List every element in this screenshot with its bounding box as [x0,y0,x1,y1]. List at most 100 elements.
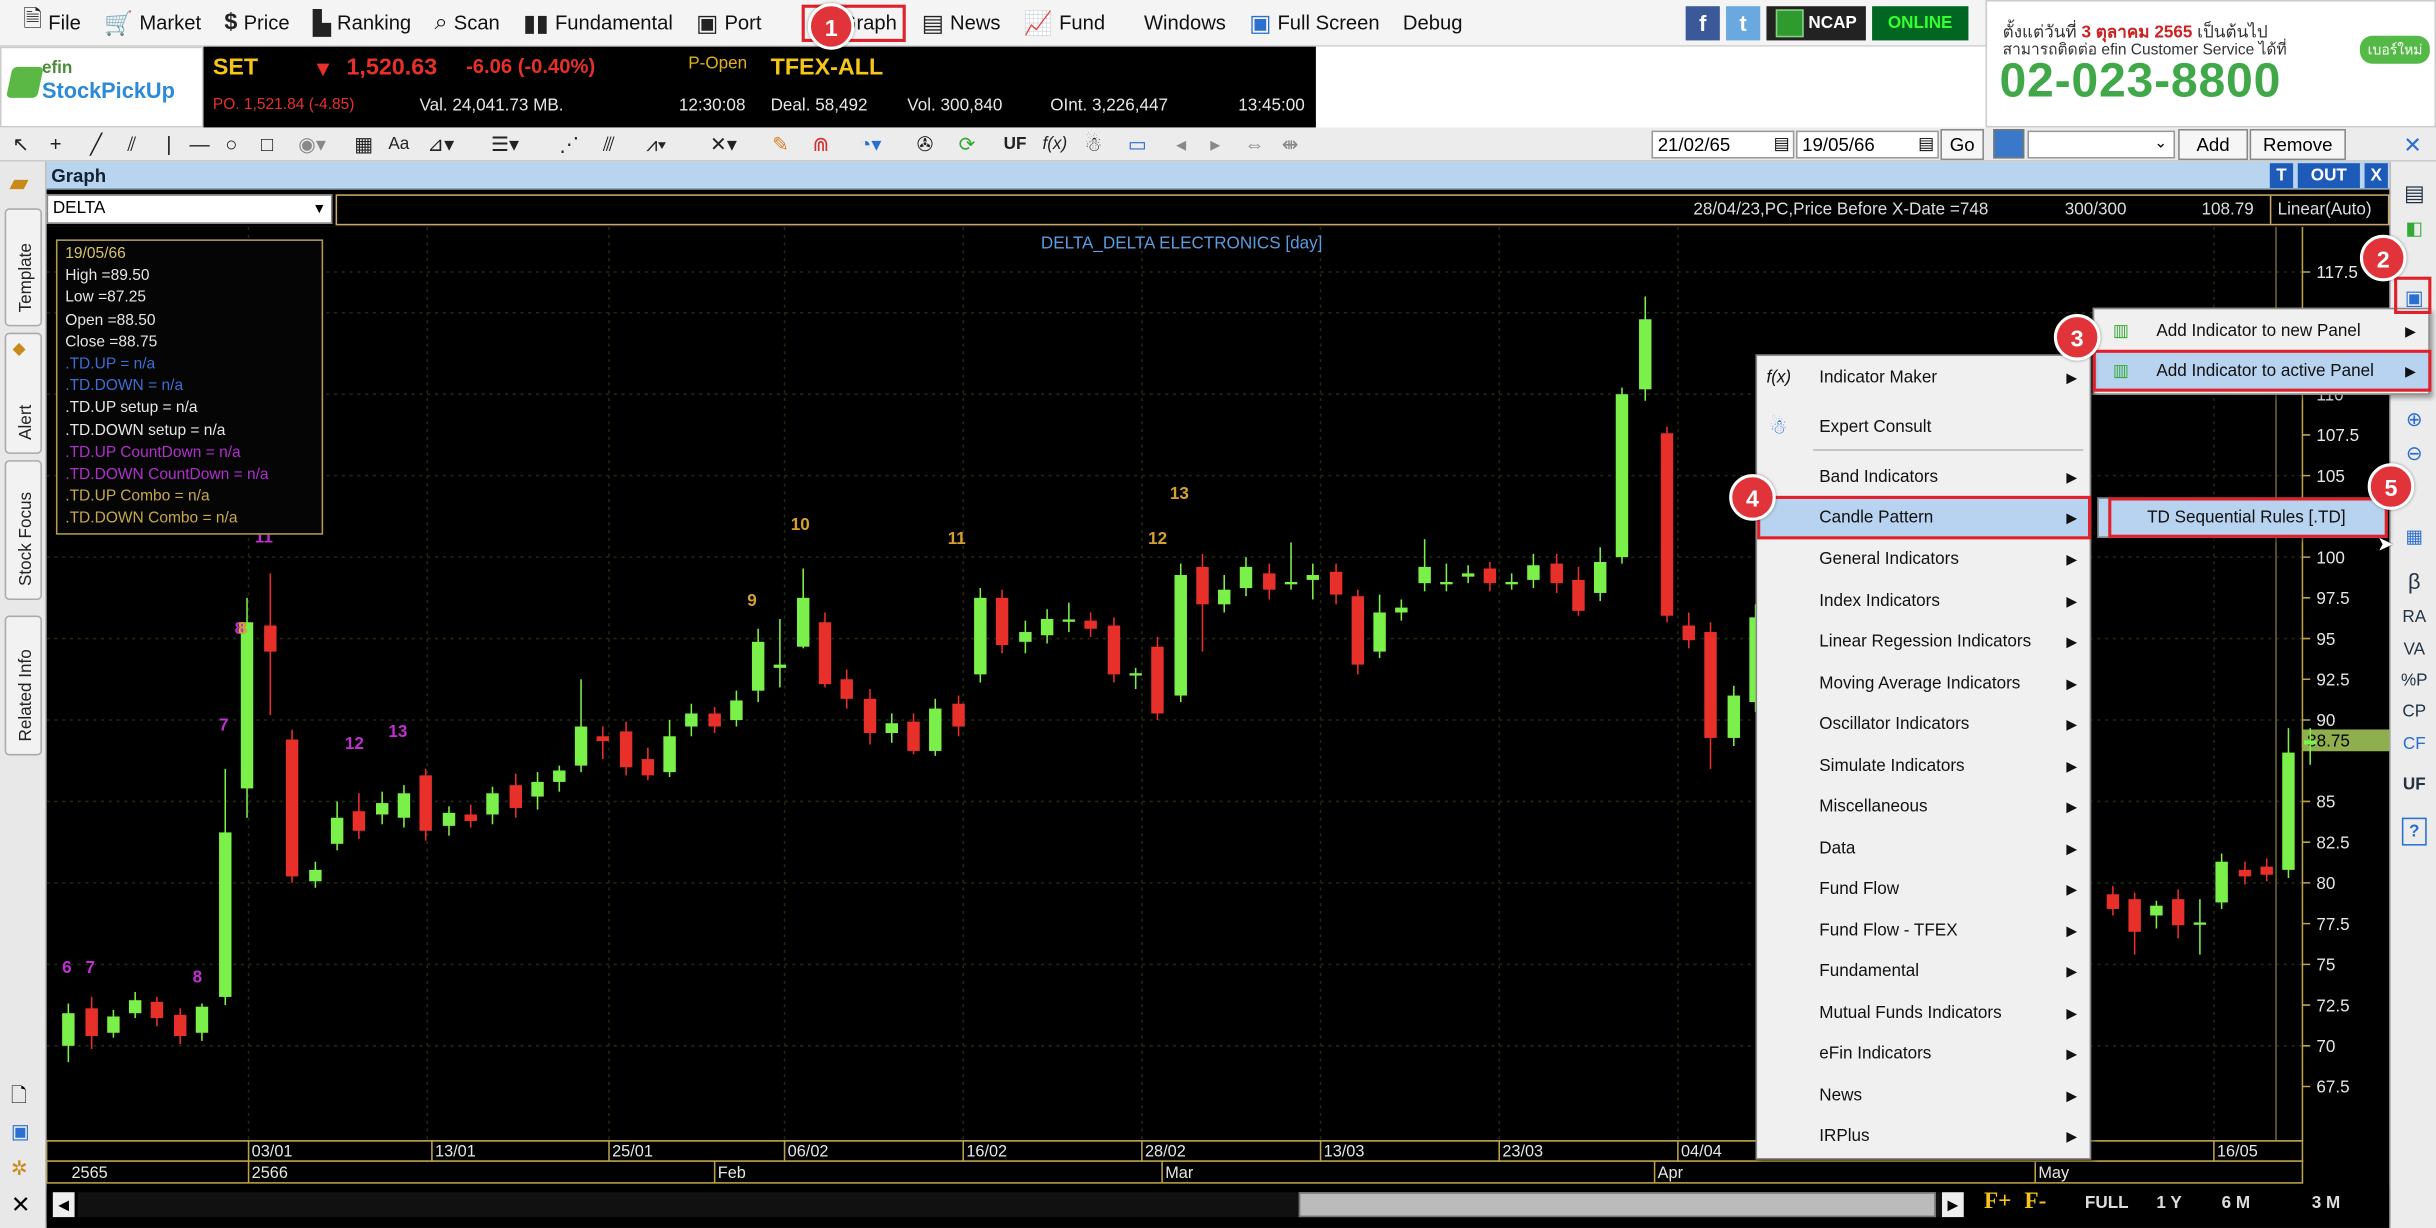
shape-tool-icon[interactable]: ◉▾ [298,132,326,157]
menu-item-oscillator-indicators[interactable]: Oscillator Indicators ▶ [1757,706,2089,743]
t-button[interactable]: T [2269,163,2294,189]
delete-tool-icon[interactable]: ✕▾ [710,132,737,157]
scroll-thumb[interactable] [1298,1192,1936,1218]
scroll-left-icon[interactable]: ◀ [52,1192,75,1218]
menu-news[interactable]: ▤ News [914,4,1008,41]
range-full-button[interactable]: FULL [2085,1194,2129,1213]
window-icon[interactable]: ▤ [2399,180,2430,206]
menu-fundamental[interactable]: ▮▮ Fundamental [515,4,680,41]
remove-button[interactable]: Remove [2249,129,2346,161]
menu-item-fundamental[interactable]: Fundamental ▶ [1757,953,2089,990]
tab-stock-focus[interactable]: Stock Focus [4,460,42,600]
menu-add-indicator-new-panel[interactable]: ▥ Add Indicator to new Panel ▶ [2094,312,2428,349]
calendar-icon[interactable]: ▤ [1918,132,1934,157]
menu-port[interactable]: ▣ Port [688,4,769,41]
image-tool-icon[interactable]: ▦ [354,132,373,157]
expand-icon[interactable]: ⇔ [1244,132,1264,157]
close-button[interactable]: X [2364,163,2388,189]
trendline-tool-icon[interactable]: ╱ [90,132,102,157]
menu-item-band-indicators[interactable]: Band Indicators ▶ [1757,459,2089,496]
menu-item-mutual-funds-indicators[interactable]: Mutual Funds Indicators ▶ [1757,995,2089,1032]
wave-tool-icon[interactable]: ⩘▾ [646,132,666,157]
go-button[interactable]: Go [1940,129,1984,161]
menu-item-expert-consult[interactable]: ☃ Expert Consult [1757,409,2089,446]
scroll-left-icon[interactable]: ◂ [1176,132,1186,157]
twitter-icon[interactable]: t [1726,6,1761,41]
gann-tool-icon[interactable]: ⋰ [559,132,579,157]
menu-ranking[interactable]: ▙ Ranking [305,4,419,41]
settings-icon[interactable]: ✲ [11,1156,28,1181]
range-3m-button[interactable]: 3 M [2312,1194,2340,1213]
zoom-in-button[interactable]: F+ [1984,1189,2012,1215]
close-icon[interactable]: ✕ [11,1191,31,1218]
uf-tool[interactable]: UF [1004,132,1027,157]
crosshair-tool-icon[interactable]: + [50,132,62,157]
palette-tool-icon[interactable]: ✇ [917,132,934,157]
menu-item-miscellaneous[interactable]: Miscellaneous ▶ [1757,788,2089,825]
color-box-icon[interactable] [1993,129,2025,159]
circle-tool-icon[interactable]: ○ [225,132,237,157]
function-tool-icon[interactable]: f(x) [1042,132,1067,157]
out-button[interactable]: OUT [2297,163,2360,189]
zoom-out-button[interactable]: F- [2024,1189,2046,1215]
fib-tool-icon[interactable]: ⊿▾ [427,132,454,157]
menu-item-simulate-indicators[interactable]: Simulate Indicators ▶ [1757,748,2089,785]
menu-item-data[interactable]: Data ▶ [1757,830,2089,867]
pointer-tool-icon[interactable]: ↖ [12,132,29,157]
tab-alert[interactable]: ◆ Alert [4,332,42,454]
andrews-tool-icon[interactable]: ⫻ [603,132,615,157]
menu-fund[interactable]: 📈 Fund [1016,4,1113,41]
consult-tool-icon[interactable]: ☃ [1084,132,1102,157]
save-icon[interactable]: ▣ [11,1119,30,1144]
clock-tool-icon[interactable]: ◔▾ [859,132,881,157]
scroll-right-icon[interactable]: ▸ [1210,132,1220,157]
menu-item-indicator-maker[interactable]: f(x) Indicator Maker ▶ [1757,359,2089,396]
menu-market[interactable]: 🛒 Market [96,4,209,41]
cp-tool[interactable]: CP [2399,703,2430,722]
facebook-icon[interactable]: f [1685,6,1720,41]
menu-item-index-indicators[interactable]: Index Indicators ▶ [1757,583,2089,620]
menu-item-efin-indicators[interactable]: eFin Indicators ▶ [1757,1035,2089,1072]
tab-template[interactable]: Template [4,208,42,327]
menu-item-moving-average-indicators[interactable]: Moving Average Indicators ▶ [1757,665,2089,702]
va-tool[interactable]: VA [2399,640,2430,659]
menu-price[interactable]: $ Price [217,4,298,41]
lines-tool-icon[interactable]: ☰▾ [491,132,519,157]
menu-item-general-indicators[interactable]: General Indicators ▶ [1757,541,2089,578]
menu-file[interactable]: 🗎 File [16,4,89,41]
hline-tool-icon[interactable]: — [190,132,210,157]
tab-related-info[interactable]: Related Info [4,615,42,756]
ncap-badge[interactable]: NCAP [1766,6,1867,41]
scroll-right-icon[interactable]: ▶ [1942,1192,1964,1218]
indicator-select[interactable]: ⌄ [2027,130,2176,159]
calendar-icon[interactable]: ▤ [1774,132,1790,157]
menu-item-news[interactable]: News ▶ [1757,1077,2089,1114]
menu-debug[interactable]: Debug [1395,4,1470,41]
menu-item-fund-flow[interactable]: Fund Flow ▶ [1757,870,2089,907]
ra-tool[interactable]: RA [2399,608,2430,627]
close-icon[interactable]: ✕ [2403,132,2421,157]
folder-icon[interactable]: ▰ [9,168,28,199]
date-from-input[interactable]: 21/02/65 ▤ [1651,130,1795,159]
add-button[interactable]: Add [2178,129,2249,161]
menu-item-irplus[interactable]: IRPlus ▶ [1757,1118,2089,1155]
zoom-out-icon[interactable]: ⊖ [2399,441,2430,466]
new-doc-icon[interactable]: 🗋 [11,1082,27,1116]
menu-windows[interactable]: Windows [1136,4,1233,41]
shrink-icon[interactable]: ⇼ [1282,132,1299,157]
range-6m-button[interactable]: 6 M [2222,1194,2250,1213]
text-tool-icon[interactable]: Aa [388,132,409,157]
layout-icon[interactable]: ◧ [2399,218,2430,240]
zoom-in-icon[interactable]: ⊕ [2399,407,2430,432]
chart-settings-icon[interactable]: ▦ [2399,525,2430,547]
scale-select[interactable]: Linear(Auto) [2269,195,2378,224]
parallel-tool-icon[interactable]: ⫽ [127,132,136,157]
uf-tool[interactable]: UF [2399,776,2430,795]
cf-tool[interactable]: CF [2399,735,2430,754]
help-icon[interactable]: ? [2401,817,2427,846]
beta-tool[interactable]: β [2399,569,2430,594]
ad-banner[interactable]: ตั้งแต่วันที่ 3 ตุลาคม 2565 เป็นต้นไป สา… [1985,0,2436,128]
refresh-tool-icon[interactable]: ⟳ [959,132,976,157]
rect-tool-icon[interactable]: □ [261,132,273,157]
menu-scan[interactable]: ⌕ Scan [427,4,508,41]
